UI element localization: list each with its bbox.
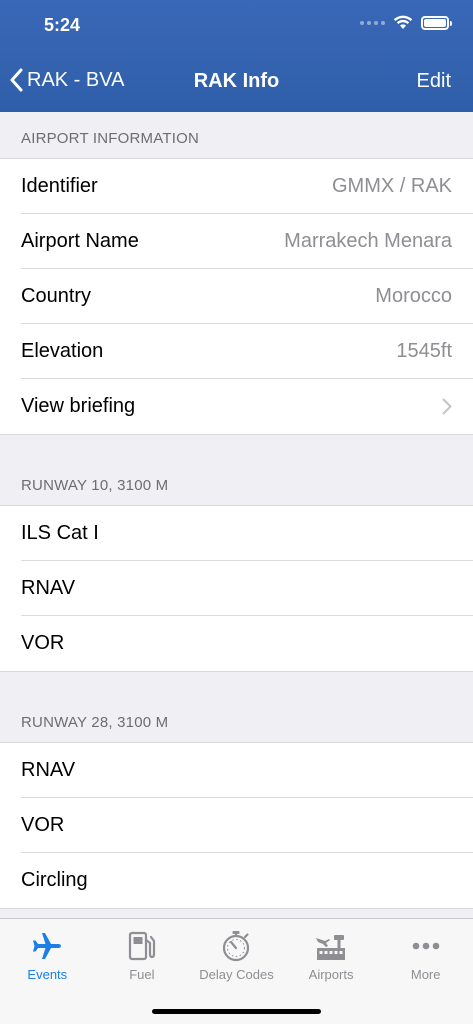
airport-information-group: Identifier GMMX / RAK Airport Name Marra…	[0, 158, 473, 435]
row-value: GMMX / RAK	[331, 174, 452, 197]
edit-button[interactable]: Edit	[417, 70, 451, 93]
tab-label: More	[410, 967, 441, 982]
row-label: RNAV	[21, 758, 76, 781]
wifi-icon	[393, 15, 413, 29]
tab-label: Airports	[308, 967, 354, 982]
approach-row-vor[interactable]: VOR	[21, 616, 473, 671]
row-label: VOR	[21, 813, 65, 836]
approach-row-circling[interactable]: Circling	[21, 853, 473, 908]
row-label: RNAV	[21, 576, 76, 599]
row-label: View briefing	[21, 395, 136, 417]
row-label: Country	[21, 284, 92, 307]
cellular-signal-icon	[360, 20, 385, 25]
section-header-runway-10: RUNWAY 10, 3100 M	[21, 477, 169, 494]
tab-label: Delay Codes	[199, 967, 274, 982]
section-header-runway-28: RUNWAY 28, 3100 M	[21, 714, 169, 731]
navigation-bar: RAK - BVA RAK Info Edit	[0, 58, 473, 110]
chevron-right-icon	[442, 398, 452, 415]
airport-name-row: Airport Name Marrakech Menara	[21, 214, 473, 269]
identifier-row: Identifier GMMX / RAK	[21, 159, 473, 214]
page-title: RAK Info	[193, 70, 280, 92]
home-indicator[interactable]	[152, 1009, 321, 1014]
status-time: 5:24	[44, 15, 81, 35]
tab-delay-codes[interactable]: Delay Codes	[189, 919, 284, 989]
runway-10-group: ILS Cat I RNAV VOR	[0, 505, 473, 672]
approach-row-ils-cat-i[interactable]: ILS Cat I	[21, 506, 473, 561]
tab-fuel[interactable]: Fuel	[95, 919, 190, 989]
airplane-icon	[33, 933, 62, 959]
elevation-row: Elevation 1545ft	[21, 324, 473, 379]
battery-icon	[421, 15, 452, 30]
row-label: Circling	[21, 869, 88, 891]
row-label: ILS Cat I	[21, 521, 99, 544]
row-value: Marrakech Menara	[284, 229, 452, 252]
section-header-airport-information: AIRPORT INFORMATION	[21, 130, 199, 147]
header: 5:24 RAK - BVA RAK Info Edit	[0, 0, 473, 112]
airport-info-list[interactable]: AIRPORT INFORMATION Identifier GMMX / RA…	[0, 112, 473, 918]
row-label: Elevation	[21, 339, 104, 362]
status-icons	[360, 15, 452, 30]
airport-icon	[316, 935, 346, 960]
row-label: Identifier	[21, 174, 98, 197]
fuel-pump-icon	[128, 931, 155, 961]
row-label: Airport Name	[21, 229, 139, 252]
view-briefing-row[interactable]: View briefing	[21, 379, 473, 434]
more-dots-icon	[412, 942, 439, 950]
stopwatch-icon	[223, 931, 250, 962]
approach-row-vor[interactable]: VOR	[21, 798, 473, 853]
country-row: Country Morocco	[21, 269, 473, 324]
row-value: Morocco	[375, 284, 452, 307]
tab-airports[interactable]: Airports	[284, 919, 379, 989]
tab-bar: Events Fuel Delay Codes Airports More	[0, 918, 473, 1024]
status-bar: 5:24	[0, 0, 473, 50]
tab-more[interactable]: More	[378, 919, 473, 989]
approach-row-rnav[interactable]: RNAV	[21, 561, 473, 616]
tab-label: Events	[27, 967, 68, 982]
row-value: 1545ft	[396, 339, 452, 362]
tab-events[interactable]: Events	[0, 919, 95, 989]
row-label: VOR	[21, 632, 65, 654]
approach-row-rnav[interactable]: RNAV	[21, 743, 473, 798]
tab-label: Fuel	[129, 967, 155, 982]
runway-28-group: RNAV VOR Circling	[0, 742, 473, 909]
